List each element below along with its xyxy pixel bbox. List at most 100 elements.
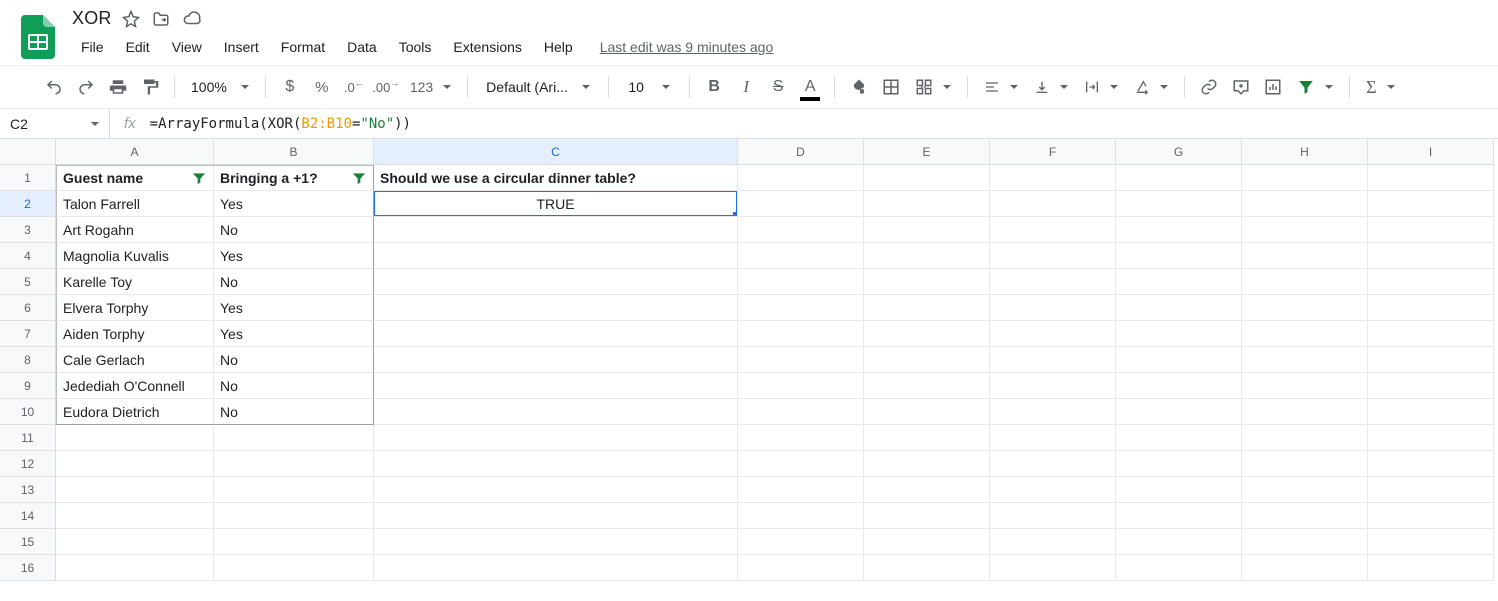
- increase-decimal-button[interactable]: .00→: [372, 73, 400, 101]
- cell-H16[interactable]: [1242, 555, 1368, 581]
- cell-D13[interactable]: [738, 477, 864, 503]
- name-box[interactable]: C2: [0, 109, 110, 138]
- cell-B4[interactable]: Yes: [214, 243, 374, 269]
- borders-button[interactable]: [877, 73, 905, 101]
- cell-C6[interactable]: [374, 295, 738, 321]
- cell-C7[interactable]: [374, 321, 738, 347]
- redo-button[interactable]: [72, 73, 100, 101]
- cell-F2[interactable]: [990, 191, 1116, 217]
- cell-A16[interactable]: [56, 555, 214, 581]
- filter-icon[interactable]: [351, 170, 367, 186]
- cell-D3[interactable]: [738, 217, 864, 243]
- cell-A7[interactable]: Aiden Torphy: [56, 321, 214, 347]
- cell-G13[interactable]: [1116, 477, 1242, 503]
- cell-A2[interactable]: Talon Farrell: [56, 191, 214, 217]
- cell-B11[interactable]: [214, 425, 374, 451]
- cell-B9[interactable]: No: [214, 373, 374, 399]
- cell-A14[interactable]: [56, 503, 214, 529]
- cell-B2[interactable]: Yes: [214, 191, 374, 217]
- cell-E5[interactable]: [864, 269, 990, 295]
- filter-icon[interactable]: [191, 170, 207, 186]
- menu-data[interactable]: Data: [338, 35, 386, 59]
- cell-F8[interactable]: [990, 347, 1116, 373]
- column-header-H[interactable]: H: [1242, 139, 1368, 165]
- cell-I7[interactable]: [1368, 321, 1494, 347]
- cell-G10[interactable]: [1116, 399, 1242, 425]
- font-size-select[interactable]: 10: [619, 79, 679, 95]
- cell-C15[interactable]: [374, 529, 738, 555]
- cell-E3[interactable]: [864, 217, 990, 243]
- cell-C16[interactable]: [374, 555, 738, 581]
- cell-G16[interactable]: [1116, 555, 1242, 581]
- insert-link-button[interactable]: [1195, 73, 1223, 101]
- horizontal-align-button[interactable]: [978, 73, 1024, 101]
- cell-F1[interactable]: [990, 165, 1116, 191]
- cell-H11[interactable]: [1242, 425, 1368, 451]
- cell-E4[interactable]: [864, 243, 990, 269]
- cell-B10[interactable]: No: [214, 399, 374, 425]
- menu-insert[interactable]: Insert: [215, 35, 268, 59]
- cell-H4[interactable]: [1242, 243, 1368, 269]
- undo-button[interactable]: [40, 73, 68, 101]
- insert-comment-button[interactable]: [1227, 73, 1255, 101]
- paint-format-button[interactable]: [136, 73, 164, 101]
- cell-C4[interactable]: [374, 243, 738, 269]
- cell-F15[interactable]: [990, 529, 1116, 555]
- cell-D7[interactable]: [738, 321, 864, 347]
- menu-tools[interactable]: Tools: [390, 35, 441, 59]
- cell-C10[interactable]: [374, 399, 738, 425]
- row-header-11[interactable]: 11: [0, 425, 56, 451]
- cell-E16[interactable]: [864, 555, 990, 581]
- row-header-4[interactable]: 4: [0, 243, 56, 269]
- cell-H15[interactable]: [1242, 529, 1368, 555]
- cell-A15[interactable]: [56, 529, 214, 555]
- formula-input[interactable]: =ArrayFormula(XOR(B2:B10="No")): [150, 116, 411, 132]
- cell-G15[interactable]: [1116, 529, 1242, 555]
- menu-edit[interactable]: Edit: [117, 35, 159, 59]
- cell-F14[interactable]: [990, 503, 1116, 529]
- row-header-6[interactable]: 6: [0, 295, 56, 321]
- cell-D6[interactable]: [738, 295, 864, 321]
- cell-G8[interactable]: [1116, 347, 1242, 373]
- cell-G11[interactable]: [1116, 425, 1242, 451]
- cell-I2[interactable]: [1368, 191, 1494, 217]
- cell-E7[interactable]: [864, 321, 990, 347]
- row-header-3[interactable]: 3: [0, 217, 56, 243]
- cell-B6[interactable]: Yes: [214, 295, 374, 321]
- vertical-align-button[interactable]: [1028, 73, 1074, 101]
- cell-I1[interactable]: [1368, 165, 1494, 191]
- cell-H2[interactable]: [1242, 191, 1368, 217]
- cell-E11[interactable]: [864, 425, 990, 451]
- last-edit-link[interactable]: Last edit was 9 minutes ago: [600, 39, 774, 55]
- sheets-logo[interactable]: [18, 11, 58, 63]
- column-header-A[interactable]: A: [56, 139, 214, 165]
- cell-E2[interactable]: [864, 191, 990, 217]
- cell-B12[interactable]: [214, 451, 374, 477]
- column-header-D[interactable]: D: [738, 139, 864, 165]
- text-wrap-button[interactable]: [1078, 73, 1124, 101]
- cell-D8[interactable]: [738, 347, 864, 373]
- cell-B5[interactable]: No: [214, 269, 374, 295]
- functions-button[interactable]: Σ: [1360, 73, 1400, 101]
- cell-D10[interactable]: [738, 399, 864, 425]
- fill-color-button[interactable]: [845, 73, 873, 101]
- cell-F11[interactable]: [990, 425, 1116, 451]
- cell-C11[interactable]: [374, 425, 738, 451]
- cell-E14[interactable]: [864, 503, 990, 529]
- row-header-5[interactable]: 5: [0, 269, 56, 295]
- cell-I15[interactable]: [1368, 529, 1494, 555]
- cell-B3[interactable]: No: [214, 217, 374, 243]
- cell-I16[interactable]: [1368, 555, 1494, 581]
- cell-A13[interactable]: [56, 477, 214, 503]
- row-header-12[interactable]: 12: [0, 451, 56, 477]
- row-header-2[interactable]: 2: [0, 191, 56, 217]
- row-header-15[interactable]: 15: [0, 529, 56, 555]
- cell-B13[interactable]: [214, 477, 374, 503]
- cell-B15[interactable]: [214, 529, 374, 555]
- cell-F4[interactable]: [990, 243, 1116, 269]
- cell-I8[interactable]: [1368, 347, 1494, 373]
- filter-button[interactable]: [1291, 73, 1339, 101]
- text-color-button[interactable]: A: [796, 73, 824, 101]
- cell-I3[interactable]: [1368, 217, 1494, 243]
- cell-F7[interactable]: [990, 321, 1116, 347]
